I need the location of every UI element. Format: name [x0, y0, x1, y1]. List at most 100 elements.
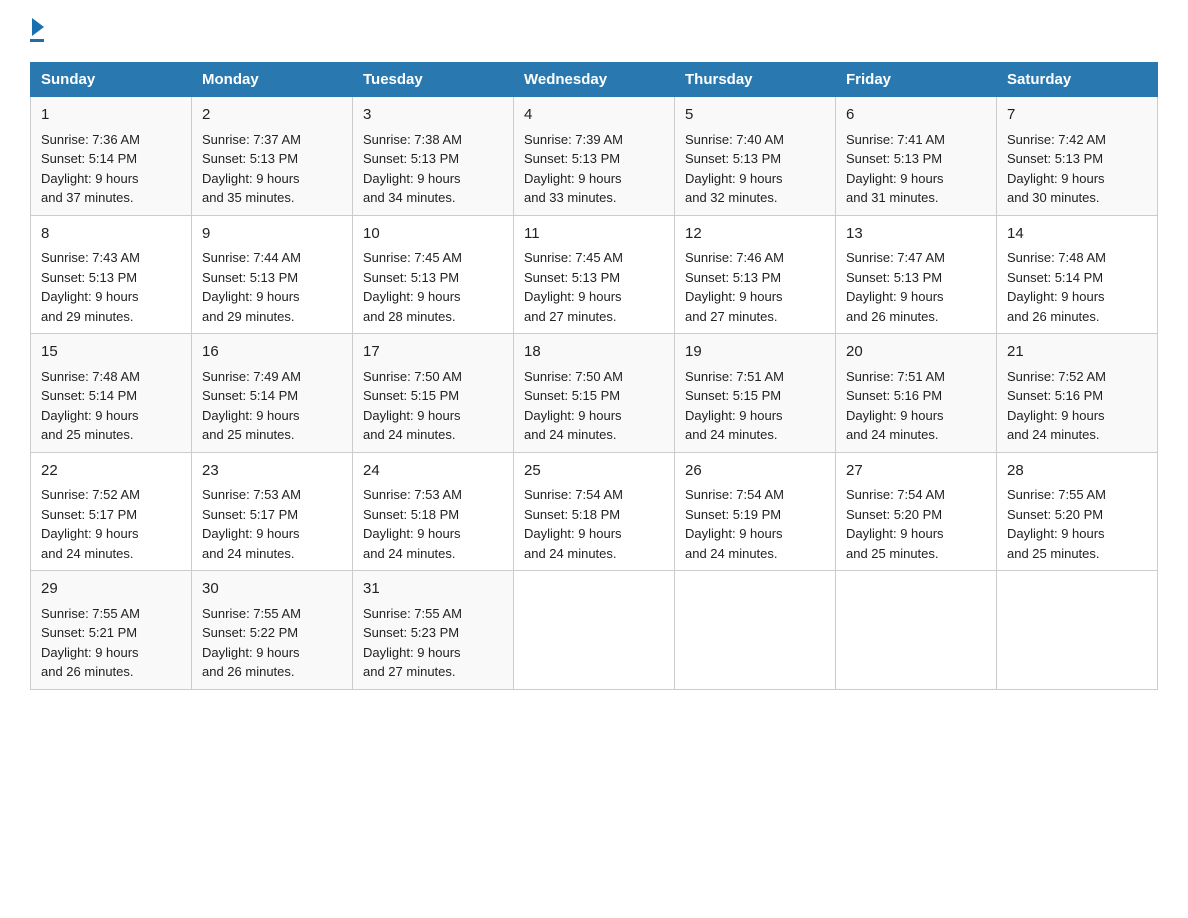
calendar-cell: 10 Sunrise: 7:45 AMSunset: 5:13 PMDayligh… [353, 215, 514, 334]
day-number: 14 [1007, 223, 1147, 246]
day-info: Sunrise: 7:54 AMSunset: 5:19 PMDaylight:… [685, 487, 784, 561]
calendar-cell: 28Sunrise: 7:55 AMSunset: 5:20 PMDayligh… [997, 452, 1158, 571]
calendar-header-row: SundayMondayTuesdayWednesdayThursdayFrid… [31, 63, 1158, 97]
day-number: 2 [202, 104, 342, 127]
calendar-cell: 3Sunrise: 7:38 AMSunset: 5:13 PMDaylight… [353, 97, 514, 216]
day-number: 7 [1007, 104, 1147, 127]
calendar-cell: 26 Sunrise: 7:54 AMSunset: 5:19 PMDayligh… [675, 452, 836, 571]
day-info: Sunrise: 7:36 AMSunset: 5:14 PMDaylight:… [41, 132, 140, 206]
day-number: 26 [685, 460, 825, 483]
col-header-tuesday: Tuesday [353, 63, 514, 97]
day-info: Sunrise: 7:54 AMSunset: 5:18 PMDaylight:… [524, 487, 623, 561]
col-header-monday: Monday [192, 63, 353, 97]
day-info: Sunrise: 7:52 AMSunset: 5:17 PMDaylight:… [41, 487, 140, 561]
calendar-cell: 16Sunrise: 7:49 AMSunset: 5:14 PMDayligh… [192, 334, 353, 453]
day-number: 31 [363, 578, 503, 601]
day-info: Sunrise: 7:45 AMSunset: 5:13 PMDaylight:… [524, 250, 623, 324]
day-info: Sunrise: 7:55 AMSunset: 5:21 PMDaylight:… [41, 606, 140, 680]
day-number: 25 [524, 460, 664, 483]
col-header-sunday: Sunday [31, 63, 192, 97]
calendar-cell: 20 Sunrise: 7:51 AMSunset: 5:16 PMDayligh… [836, 334, 997, 453]
calendar-cell: 18Sunrise: 7:50 AMSunset: 5:15 PMDayligh… [514, 334, 675, 453]
day-number: 29 [41, 578, 181, 601]
col-header-wednesday: Wednesday [514, 63, 675, 97]
day-info: Sunrise: 7:40 AMSunset: 5:13 PMDaylight:… [685, 132, 784, 206]
calendar-cell: 6Sunrise: 7:41 AMSunset: 5:13 PMDaylight… [836, 97, 997, 216]
day-number: 15 [41, 341, 181, 364]
day-number: 30 [202, 578, 342, 601]
day-number: 23 [202, 460, 342, 483]
calendar-week-row: 1 Sunrise: 7:36 AMSunset: 5:14 PMDaylight… [31, 97, 1158, 216]
day-number: 13 [846, 223, 986, 246]
calendar-cell [514, 571, 675, 690]
calendar-cell: 24 Sunrise: 7:53 AMSunset: 5:18 PMDayligh… [353, 452, 514, 571]
day-number: 9 [202, 223, 342, 246]
day-info: Sunrise: 7:52 AMSunset: 5:16 PMDaylight:… [1007, 369, 1106, 443]
day-info: Sunrise: 7:48 AMSunset: 5:14 PMDaylight:… [41, 369, 140, 443]
calendar-cell: 15 Sunrise: 7:48 AMSunset: 5:14 PMDayligh… [31, 334, 192, 453]
day-number: 1 [41, 104, 181, 127]
calendar-cell: 5Sunrise: 7:40 AMSunset: 5:13 PMDaylight… [675, 97, 836, 216]
calendar-cell: 1 Sunrise: 7:36 AMSunset: 5:14 PMDaylight… [31, 97, 192, 216]
calendar-cell: 19 Sunrise: 7:51 AMSunset: 5:15 PMDayligh… [675, 334, 836, 453]
day-info: Sunrise: 7:55 AMSunset: 5:23 PMDaylight:… [363, 606, 462, 680]
calendar-cell: 31 Sunrise: 7:55 AMSunset: 5:23 PMDayligh… [353, 571, 514, 690]
calendar-cell: 4 Sunrise: 7:39 AMSunset: 5:13 PMDaylight… [514, 97, 675, 216]
day-number: 27 [846, 460, 986, 483]
logo-underline [30, 39, 44, 42]
calendar-cell: 27 Sunrise: 7:54 AMSunset: 5:20 PMDayligh… [836, 452, 997, 571]
logo-arrow-icon [32, 18, 44, 36]
day-info: Sunrise: 7:37 AMSunset: 5:13 PMDaylight:… [202, 132, 301, 206]
col-header-friday: Friday [836, 63, 997, 97]
calendar-cell: 23 Sunrise: 7:53 AMSunset: 5:17 PMDayligh… [192, 452, 353, 571]
day-number: 20 [846, 341, 986, 364]
day-info: Sunrise: 7:48 AMSunset: 5:14 PMDaylight:… [1007, 250, 1106, 324]
day-number: 12 [685, 223, 825, 246]
calendar-week-row: 22 Sunrise: 7:52 AMSunset: 5:17 PMDayligh… [31, 452, 1158, 571]
day-number: 16 [202, 341, 342, 364]
calendar-week-row: 15 Sunrise: 7:48 AMSunset: 5:14 PMDayligh… [31, 334, 1158, 453]
day-info: Sunrise: 7:42 AMSunset: 5:13 PMDaylight:… [1007, 132, 1106, 206]
day-number: 10 [363, 223, 503, 246]
page-header [30, 20, 1158, 42]
col-header-thursday: Thursday [675, 63, 836, 97]
day-number: 11 [524, 223, 664, 246]
calendar-cell [997, 571, 1158, 690]
day-info: Sunrise: 7:45 AMSunset: 5:13 PMDaylight:… [363, 250, 462, 324]
logo [30, 20, 44, 42]
calendar-cell: 8Sunrise: 7:43 AMSunset: 5:13 PMDaylight… [31, 215, 192, 334]
day-number: 17 [363, 341, 503, 364]
day-info: Sunrise: 7:51 AMSunset: 5:16 PMDaylight:… [846, 369, 945, 443]
day-info: Sunrise: 7:38 AMSunset: 5:13 PMDaylight:… [363, 132, 462, 206]
day-info: Sunrise: 7:50 AMSunset: 5:15 PMDaylight:… [363, 369, 462, 443]
day-info: Sunrise: 7:47 AMSunset: 5:13 PMDaylight:… [846, 250, 945, 324]
day-info: Sunrise: 7:53 AMSunset: 5:17 PMDaylight:… [202, 487, 301, 561]
day-info: Sunrise: 7:39 AMSunset: 5:13 PMDaylight:… [524, 132, 623, 206]
col-header-saturday: Saturday [997, 63, 1158, 97]
day-number: 19 [685, 341, 825, 364]
day-number: 4 [524, 104, 664, 127]
day-info: Sunrise: 7:46 AMSunset: 5:13 PMDaylight:… [685, 250, 784, 324]
calendar-cell: 14 Sunrise: 7:48 AMSunset: 5:14 PMDayligh… [997, 215, 1158, 334]
day-number: 24 [363, 460, 503, 483]
day-info: Sunrise: 7:51 AMSunset: 5:15 PMDaylight:… [685, 369, 784, 443]
calendar-cell [675, 571, 836, 690]
calendar-cell: 22 Sunrise: 7:52 AMSunset: 5:17 PMDayligh… [31, 452, 192, 571]
calendar-week-row: 8Sunrise: 7:43 AMSunset: 5:13 PMDaylight… [31, 215, 1158, 334]
day-info: Sunrise: 7:54 AMSunset: 5:20 PMDaylight:… [846, 487, 945, 561]
calendar-cell: 25 Sunrise: 7:54 AMSunset: 5:18 PMDayligh… [514, 452, 675, 571]
day-info: Sunrise: 7:44 AMSunset: 5:13 PMDaylight:… [202, 250, 301, 324]
day-info: Sunrise: 7:55 AMSunset: 5:22 PMDaylight:… [202, 606, 301, 680]
calendar-cell: 29 Sunrise: 7:55 AMSunset: 5:21 PMDayligh… [31, 571, 192, 690]
calendar-cell: 21 Sunrise: 7:52 AMSunset: 5:16 PMDayligh… [997, 334, 1158, 453]
calendar-cell: 7 Sunrise: 7:42 AMSunset: 5:13 PMDaylight… [997, 97, 1158, 216]
day-number: 22 [41, 460, 181, 483]
day-number: 6 [846, 104, 986, 127]
day-number: 21 [1007, 341, 1147, 364]
day-info: Sunrise: 7:43 AMSunset: 5:13 PMDaylight:… [41, 250, 140, 324]
day-number: 18 [524, 341, 664, 364]
calendar-cell: 30 Sunrise: 7:55 AMSunset: 5:22 PMDayligh… [192, 571, 353, 690]
day-info: Sunrise: 7:53 AMSunset: 5:18 PMDaylight:… [363, 487, 462, 561]
calendar-cell: 11 Sunrise: 7:45 AMSunset: 5:13 PMDayligh… [514, 215, 675, 334]
calendar-table: SundayMondayTuesdayWednesdayThursdayFrid… [30, 62, 1158, 690]
